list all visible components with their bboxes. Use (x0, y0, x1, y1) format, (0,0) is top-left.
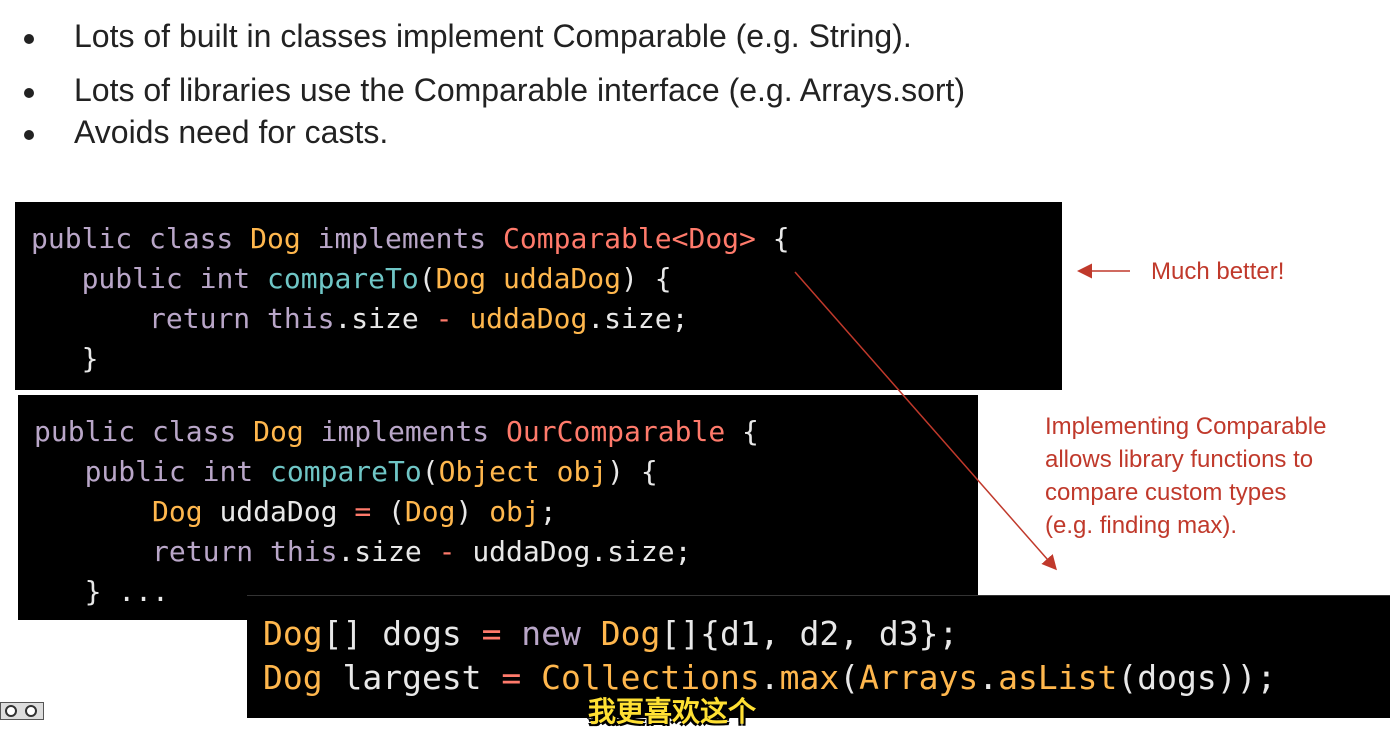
code-token: Dog (152, 495, 203, 528)
code-token: = (354, 495, 372, 528)
annotation-line: Implementing Comparable (1045, 413, 1327, 440)
annotation-line: compare custom types (1045, 479, 1287, 506)
bullet-text: Lots of libraries use the Comparable int… (74, 72, 966, 108)
bullet-dot-icon (24, 130, 34, 140)
code-token: return this (149, 302, 335, 335)
code-token: obj (489, 495, 540, 528)
code-token: . (978, 658, 999, 697)
code-token: Dog (250, 222, 301, 255)
code-token: .size (337, 535, 439, 568)
code-block-collections-max: Dog[] dogs = new Dog[]{d1, d2, d3}; Dog … (247, 595, 1390, 718)
bullet-dot-icon (24, 34, 34, 44)
code-token: = (501, 658, 522, 697)
code-token: uddaDog (452, 302, 588, 335)
code-token: { (755, 222, 790, 255)
code-token: ) (455, 495, 490, 528)
annotation-much-better: Much better! (1151, 258, 1285, 285)
code-token: - (435, 302, 453, 335)
code-token: ( (839, 658, 860, 697)
code-token: .size; (587, 302, 689, 335)
code-token: Dog (404, 495, 456, 528)
code-token: Arrays (859, 658, 979, 697)
code-line: public int compareTo(Object obj) { (34, 455, 658, 488)
code-token: } (81, 342, 99, 375)
code-token: Dog uddaDog (435, 262, 622, 295)
code-token: Object obj (438, 455, 608, 488)
creative-commons-badge (0, 702, 44, 720)
code-token: (dogs)); (1117, 658, 1277, 697)
code-token: public int (84, 455, 271, 488)
code-token: return this (152, 535, 338, 568)
code-token: []{d1, d2, d3}; (660, 614, 959, 653)
cc-icon (5, 705, 17, 717)
code-token: uddaDog.size; (455, 535, 692, 568)
code-token: Dog (253, 415, 304, 448)
code-token: ) { (621, 262, 672, 295)
annotation-line: allows library functions to (1045, 446, 1314, 473)
code-token: largest (322, 658, 502, 697)
code-token: Comparable<Dog> (503, 222, 756, 255)
code-token: uddaDog (202, 495, 355, 528)
code-token: - (438, 535, 456, 568)
code-token: public int (81, 262, 268, 295)
bullet-dot-icon (24, 88, 34, 98)
code-token: Dog (263, 614, 323, 653)
code-line: Dog[] dogs = new Dog[]{d1, d2, d3}; (263, 614, 958, 653)
code-token: public class (31, 222, 251, 255)
annotation-implementing-comparable: Implementing Comparable allows library f… (1045, 410, 1326, 542)
code-line: return this.size - uddaDog.size; (34, 535, 691, 568)
code-line: public class Dog implements Comparable<D… (31, 222, 790, 255)
code-block-ourcomparable: public class Dog implements OurComparabl… (18, 395, 978, 620)
code-token: ( (371, 495, 405, 528)
code-token: . (759, 658, 780, 697)
code-token: compareTo (267, 262, 419, 295)
code-line: public int compareTo(Dog uddaDog) { (31, 262, 672, 295)
code-token: OurComparable (506, 415, 726, 448)
bullet-text: Avoids need for casts. (74, 114, 389, 150)
code-token: { (725, 415, 759, 448)
code-token: .size (334, 302, 436, 335)
code-line: public class Dog implements OurComparabl… (34, 415, 759, 448)
code-token: public class (34, 415, 254, 448)
code-block-comparable: public class Dog implements Comparable<D… (15, 202, 1062, 390)
code-token: = (481, 614, 502, 653)
code-token: implements (303, 415, 507, 448)
code-token: new (501, 614, 601, 653)
code-token: compareTo (270, 455, 422, 488)
code-token: ) { (607, 455, 658, 488)
code-token: Dog (263, 658, 323, 697)
code-token: ( (421, 455, 439, 488)
code-token: Dog (600, 614, 661, 653)
code-line: return this.size - uddaDog.size; (31, 302, 688, 335)
code-token: } ... (84, 575, 169, 608)
code-line: } (31, 342, 99, 375)
code-token: implements (300, 222, 504, 255)
code-token: ; (539, 495, 557, 528)
code-token: [] dogs (322, 614, 482, 653)
code-line: Dog largest = Collections.max(Arrays.asL… (263, 658, 1276, 697)
code-line: Dog uddaDog = (Dog) obj; (34, 495, 557, 528)
code-token: max (779, 658, 840, 697)
code-token: asList (998, 658, 1118, 697)
annotation-line: (e.g. finding max). (1045, 512, 1238, 539)
code-line: } ... (34, 575, 169, 608)
bullet-text: Lots of built in classes implement Compa… (74, 18, 912, 54)
code-token: ( (418, 262, 436, 295)
cc-by-icon (25, 705, 37, 717)
video-subtitle: 我更喜欢这个 (588, 695, 757, 728)
